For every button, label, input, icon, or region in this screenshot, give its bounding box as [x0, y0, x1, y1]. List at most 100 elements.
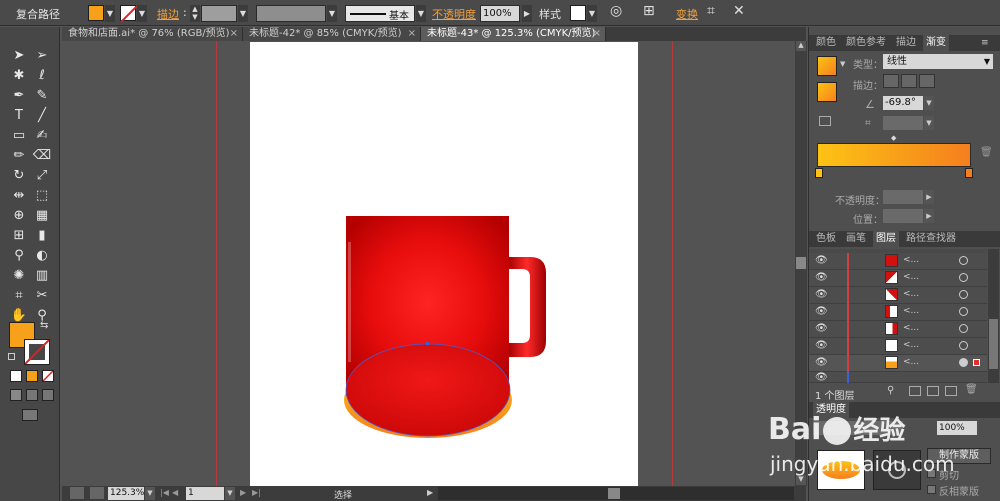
- stop-opacity-dropdown[interactable]: ▶: [924, 190, 934, 204]
- stroke-weight-dropdown[interactable]: ▼: [238, 5, 248, 22]
- brush-dropdown[interactable]: ▼: [416, 5, 426, 22]
- target-circle-icon[interactable]: [959, 290, 968, 299]
- opacity-dropdown[interactable]: ▶: [522, 5, 532, 22]
- visibility-eye-icon[interactable]: 👁: [815, 372, 828, 383]
- eyedropper-tool-icon[interactable]: ⚲: [9, 247, 29, 265]
- layer-row[interactable]: 👁 <...: [809, 287, 987, 304]
- draw-behind-icon[interactable]: [26, 389, 38, 401]
- free-transform-tool-icon[interactable]: ⬚: [32, 187, 52, 205]
- width-tool-icon[interactable]: ⇹: [9, 187, 29, 205]
- recolor-icon[interactable]: ◎: [610, 3, 622, 19]
- none-mode-icon[interactable]: [42, 370, 54, 382]
- line-tool-icon[interactable]: ╱: [32, 107, 52, 125]
- prev-artboard-icon[interactable]: ◀: [172, 488, 178, 497]
- brush-definition[interactable]: 基本: [345, 5, 415, 22]
- layer-row[interactable]: 👁 <...: [809, 321, 987, 338]
- artboard[interactable]: [250, 42, 638, 486]
- visibility-eye-icon[interactable]: 👁: [815, 306, 828, 317]
- graphic-style-swatch[interactable]: [570, 5, 586, 21]
- gradient-preview-swatch[interactable]: [817, 56, 837, 76]
- profile-dropdown[interactable]: ▼: [327, 5, 337, 22]
- make-clipping-mask-icon[interactable]: [909, 386, 921, 396]
- close-icon[interactable]: ×: [230, 27, 238, 41]
- visibility-eye-icon[interactable]: 👁: [815, 272, 828, 283]
- target-circle-icon[interactable]: [959, 358, 968, 367]
- layer-row[interactable]: 👁 <...: [809, 304, 987, 321]
- stop-opacity-input[interactable]: [883, 190, 923, 204]
- visibility-eye-icon[interactable]: 👁: [815, 357, 828, 368]
- perspective-grid-tool-icon[interactable]: ▦: [32, 207, 52, 225]
- close-icon[interactable]: ×: [408, 27, 416, 41]
- scroll-thumb[interactable]: [796, 257, 806, 269]
- angle-input[interactable]: -69.8°: [883, 96, 923, 110]
- isolate-icon[interactable]: ⌗: [707, 3, 715, 19]
- tab-gradient[interactable]: 渐变: [923, 35, 949, 51]
- transform-link[interactable]: 变换: [676, 6, 698, 22]
- variable-width-profile[interactable]: [256, 5, 326, 22]
- type-tool-icon[interactable]: T: [9, 107, 29, 125]
- draw-inside-icon[interactable]: [42, 389, 54, 401]
- artboard-number-input[interactable]: 1: [186, 487, 224, 500]
- fill-swatch[interactable]: [88, 5, 104, 21]
- scroll-down-icon[interactable]: ▼: [796, 475, 806, 485]
- scroll-up-icon[interactable]: ▲: [796, 41, 806, 51]
- arrange-icon[interactable]: ✕: [733, 3, 745, 19]
- delete-layer-icon[interactable]: 🗑: [965, 384, 978, 395]
- gradient-tool-icon[interactable]: ▮: [32, 227, 52, 245]
- midpoint-diamond-icon[interactable]: ◆: [891, 134, 896, 142]
- status-menu-arrow[interactable]: ▶: [427, 488, 433, 497]
- target-circle-icon[interactable]: [959, 307, 968, 316]
- tab-swatches[interactable]: 色板: [813, 231, 839, 247]
- gradient-stop-end[interactable]: [965, 168, 973, 178]
- stroke-weight-input[interactable]: [201, 5, 237, 22]
- target-circle-icon[interactable]: [959, 273, 968, 282]
- lasso-tool-icon[interactable]: ℓ: [32, 67, 52, 85]
- last-artboard-icon[interactable]: ▶|: [252, 488, 261, 497]
- draw-normal-icon[interactable]: [10, 389, 22, 401]
- layer-row[interactable]: 👁 <...: [809, 253, 987, 270]
- rectangle-tool-icon[interactable]: ▭: [9, 127, 29, 145]
- stroke-swatch[interactable]: [120, 5, 138, 23]
- invert-mask-checkbox[interactable]: [927, 485, 936, 494]
- stroke-weight-stepper[interactable]: ▲ ▼: [190, 5, 200, 22]
- style-dropdown[interactable]: ▼: [587, 5, 597, 22]
- layer-row[interactable]: 👁: [809, 372, 987, 383]
- eraser-tool-icon[interactable]: ⌫: [32, 147, 52, 165]
- anchor-point[interactable]: [426, 342, 429, 345]
- panel-menu-icon[interactable]: ≡: [981, 38, 989, 48]
- transparency-opacity-input[interactable]: 100%: [937, 421, 977, 435]
- stroke-dropdown-arrow[interactable]: ▼: [137, 5, 147, 22]
- h-scroll-thumb[interactable]: [608, 488, 620, 499]
- gradient-type-select[interactable]: 线性 ▼: [883, 54, 993, 69]
- pencil-tool-icon[interactable]: ✏: [9, 147, 29, 165]
- direct-selection-tool-icon[interactable]: ➢: [32, 47, 52, 65]
- shape-builder-tool-icon[interactable]: ⊕: [9, 207, 29, 225]
- next-artboard-icon[interactable]: ▶: [240, 488, 246, 497]
- tab-document-1[interactable]: 食物和店面.ai* @ 76% (RGB/预览) ×: [62, 27, 243, 41]
- pen-tool-icon[interactable]: ✒: [9, 87, 29, 105]
- visibility-eye-icon[interactable]: 👁: [815, 323, 828, 334]
- stop-position-dropdown[interactable]: ▶: [924, 209, 934, 223]
- scale-tool-icon[interactable]: ⤢: [32, 167, 52, 185]
- artboard-dropdown[interactable]: ▼: [225, 487, 235, 500]
- reverse-gradient-icon[interactable]: [819, 116, 831, 126]
- locate-object-icon[interactable]: ⚲: [887, 385, 894, 396]
- default-colors-icon[interactable]: [8, 353, 15, 360]
- artboard-tool-icon[interactable]: ⌗: [9, 287, 29, 305]
- gradient-stop-start[interactable]: [815, 168, 823, 178]
- new-sublayer-icon[interactable]: [927, 386, 939, 396]
- horizontal-scrollbar[interactable]: [438, 487, 794, 500]
- delete-stop-icon[interactable]: 🗑: [980, 147, 993, 158]
- tab-document-3[interactable]: 未标题-43* @ 125.3% (CMYK/预览) ×: [421, 27, 606, 41]
- symbol-sprayer-tool-icon[interactable]: ✺: [9, 267, 29, 285]
- rotate-tool-icon[interactable]: ↻: [9, 167, 29, 185]
- tab-color[interactable]: 颜色: [813, 35, 839, 51]
- stop-position-input[interactable]: [883, 209, 923, 223]
- curvature-tool-icon[interactable]: ✎: [32, 87, 52, 105]
- export-icon[interactable]: [90, 487, 104, 499]
- layer-row-selected[interactable]: 👁 <...: [809, 355, 987, 372]
- first-artboard-icon[interactable]: |◀: [160, 488, 169, 497]
- visibility-eye-icon[interactable]: 👁: [815, 340, 828, 351]
- layer-row[interactable]: 👁 <...: [809, 338, 987, 355]
- target-circle-icon[interactable]: [959, 341, 968, 350]
